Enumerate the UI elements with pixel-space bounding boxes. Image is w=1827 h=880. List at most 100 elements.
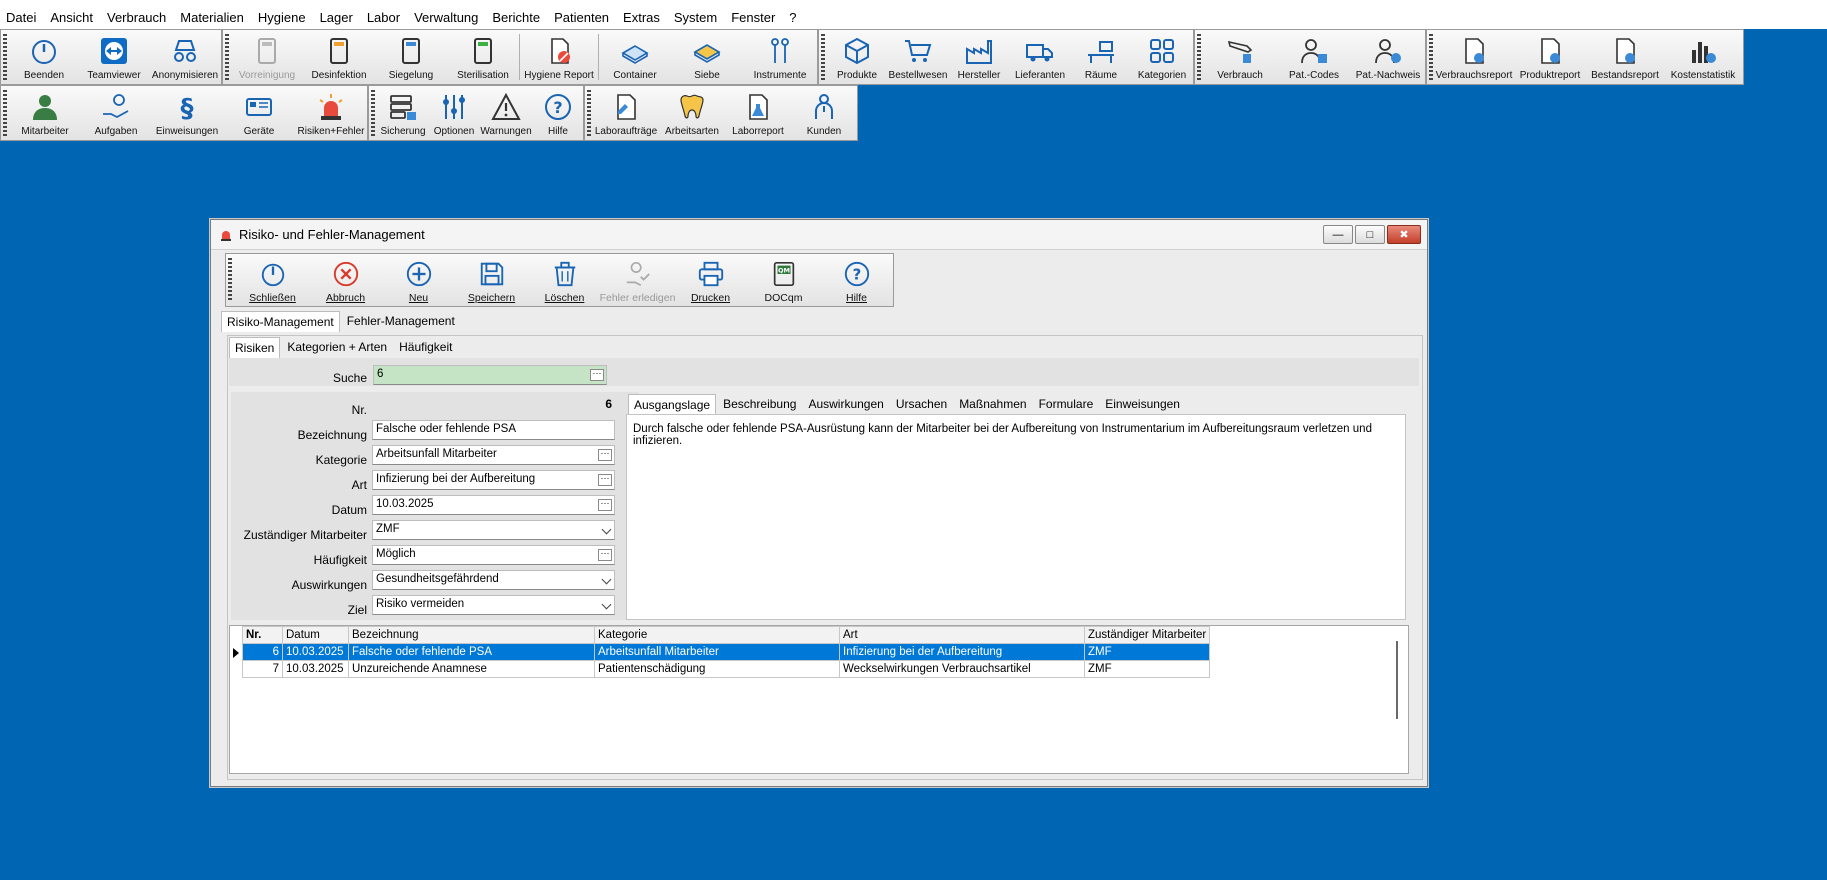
table-row[interactable]: 6 10.03.2025 Falsche oder fehlende PSA A… bbox=[242, 643, 1211, 661]
ellipsis-icon[interactable]: ··· bbox=[598, 549, 612, 561]
kostenstatistik-button[interactable]: Kostenstatistik bbox=[1663, 30, 1743, 84]
database-lock-icon bbox=[390, 95, 416, 120]
art-input[interactable]: Infizierung bei der Aufbereitung ··· bbox=[372, 470, 615, 490]
lieferanten-button[interactable]: Lieferanten bbox=[1009, 30, 1071, 84]
menu-extras[interactable]: Extras bbox=[623, 10, 660, 25]
aufgaben-button[interactable]: Aufgaben bbox=[81, 86, 151, 140]
anonymisieren-button[interactable]: Anonymisieren bbox=[149, 30, 221, 84]
kunden-button[interactable]: Kunden bbox=[791, 86, 857, 140]
menu-fenster[interactable]: Fenster bbox=[731, 10, 775, 25]
schliessen-button[interactable]: Schließen bbox=[236, 254, 309, 306]
ellipsis-icon[interactable]: ··· bbox=[598, 499, 612, 511]
search-input[interactable]: 6 ··· bbox=[373, 365, 607, 385]
docqm-button[interactable]: QM DOCqm bbox=[747, 254, 820, 306]
menu-ansicht[interactable]: Ansicht bbox=[50, 10, 93, 25]
abbruch-button[interactable]: Abbruch bbox=[309, 254, 382, 306]
verbrauchsreport-button[interactable]: Verbrauchsreport bbox=[1435, 30, 1513, 84]
menu-lager[interactable]: Lager bbox=[320, 10, 353, 25]
hygiene-report-button[interactable]: Hygiene Report bbox=[520, 30, 598, 84]
einweisungen-button[interactable]: § Einweisungen bbox=[151, 86, 223, 140]
table-row[interactable]: 7 10.03.2025 Unzureichende Anamnese Pati… bbox=[242, 660, 1211, 678]
minimize-button[interactable]: — bbox=[1323, 225, 1353, 244]
loeschen-button[interactable]: Löschen bbox=[528, 254, 601, 306]
maximize-button[interactable]: □ bbox=[1355, 225, 1385, 244]
haeufigkeit-input[interactable]: Möglich ··· bbox=[372, 545, 615, 565]
laborreport-button[interactable]: Laborreport bbox=[725, 86, 791, 140]
raeume-button[interactable]: Räume bbox=[1071, 30, 1131, 84]
ellipsis-icon[interactable]: ··· bbox=[598, 449, 612, 461]
auswirkungen-select[interactable]: Gesundheitsgefährdend bbox=[372, 570, 615, 590]
col-art[interactable]: Art bbox=[839, 626, 1085, 644]
ellipsis-icon[interactable]: ··· bbox=[598, 474, 612, 486]
container-button[interactable]: Container bbox=[599, 30, 671, 84]
tab-formulare[interactable]: Formulare bbox=[1034, 394, 1099, 415]
risiken-fehler-button[interactable]: Risiken+Fehler bbox=[295, 86, 367, 140]
tab-auswirkungen[interactable]: Auswirkungen bbox=[803, 394, 888, 415]
tab-risiko-management[interactable]: Risiko-Management bbox=[221, 311, 340, 332]
geraete-button[interactable]: Geräte bbox=[223, 86, 295, 140]
menu-verbrauch[interactable]: Verbrauch bbox=[107, 10, 166, 25]
siegelung-button[interactable]: Siegelung bbox=[375, 30, 447, 84]
mitarbeiter-button[interactable]: Mitarbeiter bbox=[9, 86, 81, 140]
bestandsreport-button[interactable]: Bestandsreport bbox=[1587, 30, 1663, 84]
sterilisation-button[interactable]: Sterilisation bbox=[447, 30, 519, 84]
menu-hygiene[interactable]: Hygiene bbox=[258, 10, 306, 25]
menu-labor[interactable]: Labor bbox=[367, 10, 400, 25]
beenden-button[interactable]: Beenden bbox=[9, 30, 79, 84]
drucken-button[interactable]: Drucken bbox=[674, 254, 747, 306]
menu-patienten[interactable]: Patienten bbox=[554, 10, 609, 25]
ziel-select[interactable]: Risiko vermeiden bbox=[372, 595, 615, 615]
hilfe-button[interactable]: ? Hilfe bbox=[533, 86, 583, 140]
arbeitsarten-button[interactable]: Arbeitsarten bbox=[659, 86, 725, 140]
menu-verwaltung[interactable]: Verwaltung bbox=[414, 10, 478, 25]
close-button[interactable]: ✖ bbox=[1387, 225, 1421, 244]
detail-textarea[interactable]: Durch falsche oder fehlende PSA-Ausrüstu… bbox=[626, 414, 1406, 620]
mitarbeiter-select[interactable]: ZMF bbox=[372, 520, 615, 540]
optionen-button[interactable]: Optionen bbox=[429, 86, 479, 140]
vorreinigung-button[interactable]: Vorreinigung bbox=[231, 30, 303, 84]
siebe-button[interactable]: Siebe bbox=[671, 30, 743, 84]
tab-haeufigkeit[interactable]: Häufigkeit bbox=[394, 337, 457, 358]
produktreport-button[interactable]: Produktreport bbox=[1513, 30, 1587, 84]
tab-massnahmen[interactable]: Maßnahmen bbox=[954, 394, 1031, 415]
menu-datei[interactable]: Datei bbox=[6, 10, 36, 25]
col-bezeichnung[interactable]: Bezeichnung bbox=[348, 626, 595, 644]
col-mitarbeiter[interactable]: Zuständiger Mitarbeiter bbox=[1083, 626, 1211, 644]
menu-materialien[interactable]: Materialien bbox=[180, 10, 244, 25]
tab-ausgangslage[interactable]: Ausgangslage bbox=[628, 394, 717, 415]
pat-nachweis-button[interactable]: Pat.-Nachweis bbox=[1351, 30, 1425, 84]
verbrauch-button[interactable]: Verbrauch bbox=[1203, 30, 1277, 84]
col-kategorie[interactable]: Kategorie bbox=[594, 626, 840, 644]
tab-kategorien-arten[interactable]: Kategorien + Arten bbox=[282, 337, 392, 358]
produkte-button[interactable]: Produkte bbox=[827, 30, 887, 84]
vertical-scrollbar[interactable] bbox=[1396, 641, 1398, 719]
kategorie-input[interactable]: Arbeitsunfall Mitarbeiter ··· bbox=[372, 445, 615, 465]
teamviewer-button[interactable]: Teamviewer bbox=[79, 30, 149, 84]
tab-fehler-management[interactable]: Fehler-Management bbox=[342, 311, 460, 332]
speichern-button[interactable]: Speichern bbox=[455, 254, 528, 306]
desinfektion-button[interactable]: Desinfektion bbox=[303, 30, 375, 84]
neu-button[interactable]: Neu bbox=[382, 254, 455, 306]
menu-system[interactable]: System bbox=[674, 10, 717, 25]
tab-ursachen[interactable]: Ursachen bbox=[891, 394, 952, 415]
col-nr[interactable]: Nr. bbox=[242, 626, 283, 644]
instrumente-button[interactable]: Instrumente bbox=[743, 30, 817, 84]
ellipsis-icon[interactable]: ··· bbox=[590, 369, 604, 381]
tab-einweisungen[interactable]: Einweisungen bbox=[1100, 394, 1185, 415]
menu-help[interactable]: ? bbox=[789, 10, 796, 25]
fehler-erledigen-button[interactable]: Fehler erledigen bbox=[600, 254, 675, 306]
bestellwesen-button[interactable]: Bestellwesen bbox=[887, 30, 949, 84]
hersteller-button[interactable]: Hersteller bbox=[949, 30, 1009, 84]
kategorien-button[interactable]: Kategorien bbox=[1131, 30, 1193, 84]
window-hilfe-button[interactable]: ? Hilfe bbox=[820, 254, 893, 306]
tab-beschreibung[interactable]: Beschreibung bbox=[718, 394, 801, 415]
warnungen-button[interactable]: Warnungen bbox=[479, 86, 533, 140]
menu-berichte[interactable]: Berichte bbox=[492, 10, 540, 25]
datum-input[interactable]: 10.03.2025 ··· bbox=[372, 495, 615, 515]
sicherung-button[interactable]: Sicherung bbox=[377, 86, 429, 140]
col-datum[interactable]: Datum bbox=[282, 626, 349, 644]
laborauftraege-button[interactable]: Laboraufträge bbox=[593, 86, 659, 140]
bezeichnung-input[interactable]: Falsche oder fehlende PSA bbox=[372, 420, 615, 440]
tab-risiken[interactable]: Risiken bbox=[229, 337, 281, 358]
pat-codes-button[interactable]: Pat.-Codes bbox=[1277, 30, 1351, 84]
